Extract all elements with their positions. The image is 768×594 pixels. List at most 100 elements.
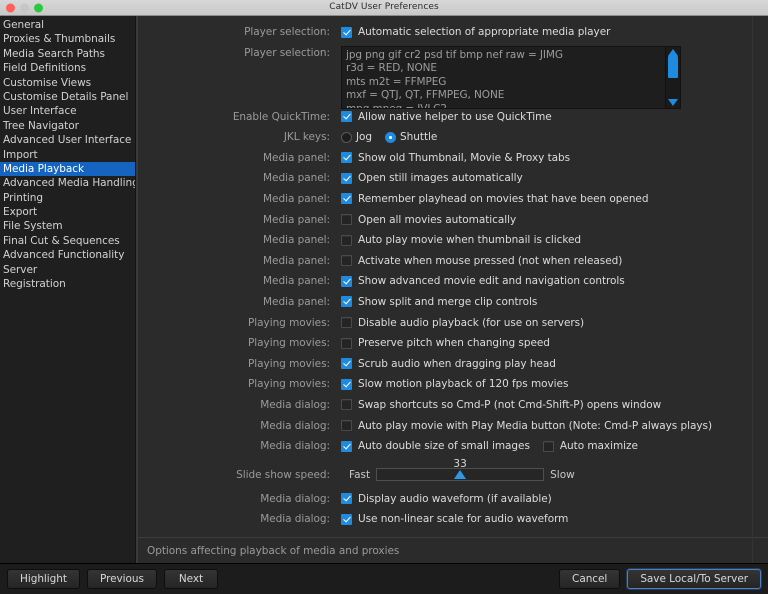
checkbox-display-audio-waveform[interactable]: [341, 493, 352, 504]
checkbox-open-all-movies-automatically[interactable]: [341, 214, 352, 225]
radio-shuttle[interactable]: [385, 132, 396, 143]
scrollbar-track[interactable]: [666, 56, 680, 99]
checkbox-show-split-merge-clip-controls[interactable]: [341, 296, 352, 307]
sidebar-item-field-definitions[interactable]: Field Definitions: [0, 61, 136, 75]
sidebar-item-file-system[interactable]: File System: [0, 219, 136, 233]
sidebar-item-customise-details-panel[interactable]: Customise Details Panel: [0, 90, 136, 104]
checkbox-swap-shortcuts[interactable]: [341, 399, 352, 410]
label-auto-double-size: Media dialog:: [138, 438, 341, 454]
sidebar-item-general[interactable]: General: [0, 18, 136, 32]
control-player-selection-list[interactable]: jpg png gif cr2 psd tif bmp nef raw = JI…: [341, 45, 768, 109]
close-icon[interactable]: [6, 3, 15, 12]
sidebar-item-final-cut-sequences[interactable]: Final Cut & Sequences: [0, 234, 136, 248]
scroll-up-arrow-icon[interactable]: [668, 49, 678, 56]
sidebar-item-tree-navigator[interactable]: Tree Navigator: [0, 119, 136, 133]
checkbox-remember-playhead[interactable]: [341, 193, 352, 204]
scrollbar-thumb[interactable]: [668, 56, 678, 78]
row-media-panel-split-merge: Media panel: Show split and merge clip c…: [138, 294, 768, 315]
row-control[interactable]: Auto play movie with Play Media button (…: [341, 418, 768, 434]
row-control[interactable]: Show advanced movie edit and navigation …: [341, 273, 768, 289]
row-media-panel-advanced-controls: Media panel: Show advanced movie edit an…: [138, 273, 768, 294]
checkbox-scrub-audio[interactable]: [341, 358, 352, 369]
row-control[interactable]: Swap shortcuts so Cmd-P (not Cmd-Shift-P…: [341, 397, 768, 413]
row-label: Media panel:: [138, 253, 341, 269]
label-player-selection-list: Player selection:: [138, 45, 341, 61]
row-control[interactable]: Slow motion playback of 120 fps movies: [341, 376, 768, 392]
control-jkl-keys[interactable]: Jog Shuttle: [341, 129, 768, 145]
player-mapping-scrollbar[interactable]: [665, 47, 680, 108]
preferences-category-list[interactable]: General Proxies & Thumbnails Media Searc…: [0, 16, 137, 563]
control-slide-show-speed[interactable]: Fast 33 Slow: [341, 467, 768, 483]
checkbox-auto-double-size-small-images[interactable]: [341, 441, 352, 452]
row-media-panel-remember-playhead: Media panel: Remember playhead on movies…: [138, 191, 768, 212]
row-checkbox-label: Show split and merge clip controls: [358, 294, 537, 310]
row-control[interactable]: Open still images automatically: [341, 170, 768, 186]
slider-thumb[interactable]: [454, 470, 466, 479]
row-label: Media panel:: [138, 191, 341, 207]
row-label: Media panel:: [138, 294, 341, 310]
row-control[interactable]: Open all movies automatically: [341, 212, 768, 228]
checkbox-auto-play-on-thumbnail-click[interactable]: [341, 235, 352, 246]
media-playback-form: Player selection: Automatic selection of…: [138, 16, 768, 537]
row-control[interactable]: Disable audio playback (for use on serve…: [341, 315, 768, 331]
row-control[interactable]: Preserve pitch when changing speed: [341, 335, 768, 351]
row-checkbox-label: Auto play movie when thumbnail is clicke…: [358, 232, 581, 248]
sidebar-item-customise-views[interactable]: Customise Views: [0, 76, 136, 90]
sidebar-item-export[interactable]: Export: [0, 205, 136, 219]
slide-show-speed-slider[interactable]: Fast 33 Slow: [349, 467, 575, 483]
radio-jog[interactable]: [341, 132, 352, 143]
row-control[interactable]: Activate when mouse pressed (not when re…: [341, 253, 768, 269]
minimize-icon[interactable]: [20, 3, 29, 12]
sidebar-item-server[interactable]: Server: [0, 263, 136, 277]
control-player-selection-auto[interactable]: Automatic selection of appropriate media…: [341, 24, 768, 40]
checkbox-automatic-player-selection[interactable]: [341, 27, 352, 38]
slider-track[interactable]: 33: [376, 468, 544, 481]
sidebar-item-import[interactable]: Import: [0, 148, 136, 162]
row-control[interactable]: Show split and merge clip controls: [341, 294, 768, 310]
save-button[interactable]: Save Local/To Server: [627, 569, 761, 589]
row-control[interactable]: Display audio waveform (if available): [341, 491, 768, 507]
window-titlebar: CatDV User Preferences: [0, 0, 768, 16]
row-checkbox-label: Disable audio playback (for use on serve…: [358, 315, 584, 331]
control-enable-quicktime[interactable]: Allow native helper to use QuickTime: [341, 109, 768, 125]
checkbox-nonlinear-audio-waveform-scale[interactable]: [341, 514, 352, 525]
row-control[interactable]: Show old Thumbnail, Movie & Proxy tabs: [341, 150, 768, 166]
checkbox-auto-play-with-play-media-button[interactable]: [341, 420, 352, 431]
checkbox-activate-when-mouse-pressed[interactable]: [341, 255, 352, 266]
next-button[interactable]: Next: [164, 569, 218, 589]
scroll-down-arrow-icon[interactable]: [668, 99, 678, 106]
row-control[interactable]: Auto play movie when thumbnail is clicke…: [341, 232, 768, 248]
sidebar-item-user-interface[interactable]: User Interface: [0, 104, 136, 118]
sidebar-item-registration[interactable]: Registration: [0, 277, 136, 291]
checkbox-show-old-thumbnail-movie-proxy-tabs[interactable]: [341, 152, 352, 163]
cancel-button[interactable]: Cancel: [559, 569, 620, 589]
checkbox-slow-motion-120fps[interactable]: [341, 379, 352, 390]
row-playing-disable-audio: Playing movies: Disable audio playback (…: [138, 315, 768, 336]
checkbox-disable-audio-playback[interactable]: [341, 317, 352, 328]
player-mapping-textarea[interactable]: jpg png gif cr2 psd tif bmp nef raw = JI…: [341, 46, 681, 109]
checkbox-preserve-pitch[interactable]: [341, 338, 352, 349]
sidebar-item-printing[interactable]: Printing: [0, 191, 136, 205]
row-label: Playing movies:: [138, 315, 341, 331]
row-control[interactable]: Remember playhead on movies that have be…: [341, 191, 768, 207]
checkbox-auto-maximize[interactable]: [543, 441, 554, 452]
maximize-icon[interactable]: [34, 3, 43, 12]
status-bar: Options affecting playback of media and …: [138, 537, 768, 563]
sidebar-item-advanced-media-handling[interactable]: Advanced Media Handling: [0, 176, 136, 190]
sidebar-item-advanced-user-interface[interactable]: Advanced User Interface: [0, 133, 136, 147]
row-media-panel-auto-play-thumbnail: Media panel: Auto play movie when thumbn…: [138, 232, 768, 253]
sidebar-item-media-playback[interactable]: Media Playback: [0, 162, 136, 176]
sidebar-item-proxies-thumbnails[interactable]: Proxies & Thumbnails: [0, 32, 136, 46]
sidebar-item-media-search-paths[interactable]: Media Search Paths: [0, 47, 136, 61]
checkbox-show-advanced-movie-edit-controls[interactable]: [341, 276, 352, 287]
row-control[interactable]: Use non-linear scale for audio waveform: [341, 511, 768, 527]
sidebar-item-advanced-functionality[interactable]: Advanced Functionality: [0, 248, 136, 262]
checkbox-allow-native-helper-quicktime[interactable]: [341, 111, 352, 122]
control-auto-double-size[interactable]: Auto double size of small images Auto ma…: [341, 438, 768, 454]
highlight-button[interactable]: Highlight: [7, 569, 80, 589]
previous-button[interactable]: Previous: [87, 569, 157, 589]
row-control[interactable]: Scrub audio when dragging play head: [341, 356, 768, 372]
player-mapping-line: r3d = RED, NONE: [346, 62, 680, 76]
player-mapping-line: mpg mpeg = JVLC2: [346, 103, 680, 109]
checkbox-open-still-images-automatically[interactable]: [341, 173, 352, 184]
